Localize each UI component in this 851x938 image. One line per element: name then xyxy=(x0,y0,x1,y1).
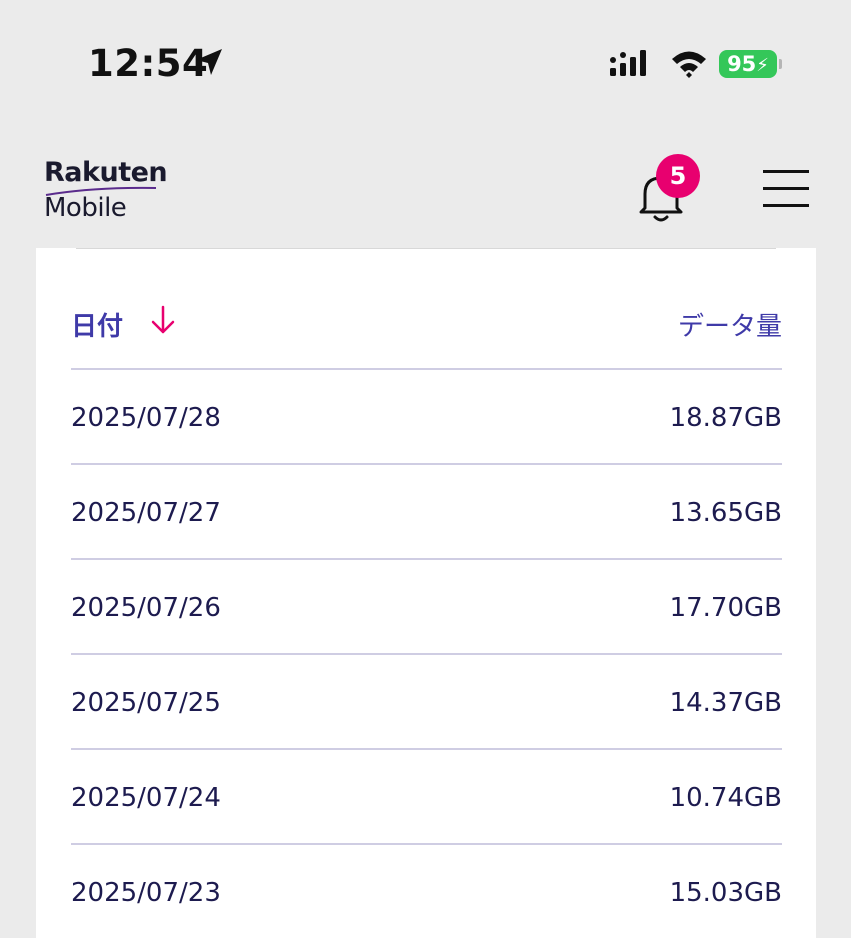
logo-text-bottom: Mobile xyxy=(44,193,127,223)
location-arrow-icon xyxy=(196,49,222,75)
rakuten-mobile-logo[interactable]: Rakuten Mobile xyxy=(44,157,174,227)
notifications-button[interactable]: 5 xyxy=(636,154,706,230)
row-data-amount: 18.87GB xyxy=(669,403,782,433)
usage-table: 日付 データ量 2025/07/28 18.87GB 2025/07/27 13… xyxy=(71,248,782,938)
row-date: 2025/07/25 xyxy=(71,688,221,718)
hamburger-menu-icon[interactable] xyxy=(761,167,811,211)
battery-charging-icon: ⚡ xyxy=(756,55,769,76)
data-column-header: データ量 xyxy=(677,312,782,342)
row-data-amount: 13.65GB xyxy=(669,498,782,528)
status-bar: 12:54 95⚡ xyxy=(0,0,851,130)
page: 12:54 95⚡ Rakuten Mobile 5 日付 データ量 2025/… xyxy=(0,0,851,938)
row-date: 2025/07/27 xyxy=(71,498,221,528)
row-data-amount: 15.03GB xyxy=(669,878,782,908)
table-header: 日付 データ量 xyxy=(71,248,782,370)
arrow-down-icon[interactable] xyxy=(148,304,178,336)
table-row: 2025/07/23 15.03GB xyxy=(71,845,782,938)
table-row: 2025/07/28 18.87GB xyxy=(71,370,782,465)
row-date: 2025/07/26 xyxy=(71,593,221,623)
table-row: 2025/07/27 13.65GB xyxy=(71,465,782,560)
logo-text-top: Rakuten xyxy=(44,157,168,188)
row-data-amount: 10.74GB xyxy=(669,783,782,813)
signal-icon xyxy=(610,50,646,76)
battery-tip xyxy=(779,59,782,69)
app-header: Rakuten Mobile 5 xyxy=(0,130,851,248)
battery-indicator: 95⚡ xyxy=(719,50,777,78)
usage-card: 日付 データ量 2025/07/28 18.87GB 2025/07/27 13… xyxy=(36,248,816,938)
table-row: 2025/07/25 14.37GB xyxy=(71,655,782,750)
table-row: 2025/07/26 17.70GB xyxy=(71,560,782,655)
row-date: 2025/07/23 xyxy=(71,878,221,908)
battery-level: 95 xyxy=(727,52,757,76)
status-time: 12:54 xyxy=(88,42,209,85)
wifi-icon xyxy=(672,51,706,78)
row-date: 2025/07/24 xyxy=(71,783,221,813)
row-data-amount: 17.70GB xyxy=(669,593,782,623)
row-date: 2025/07/28 xyxy=(71,403,221,433)
notification-badge: 5 xyxy=(656,154,700,198)
table-row: 2025/07/24 10.74GB xyxy=(71,750,782,845)
date-column-header[interactable]: 日付 xyxy=(71,306,123,343)
row-data-amount: 14.37GB xyxy=(669,688,782,718)
